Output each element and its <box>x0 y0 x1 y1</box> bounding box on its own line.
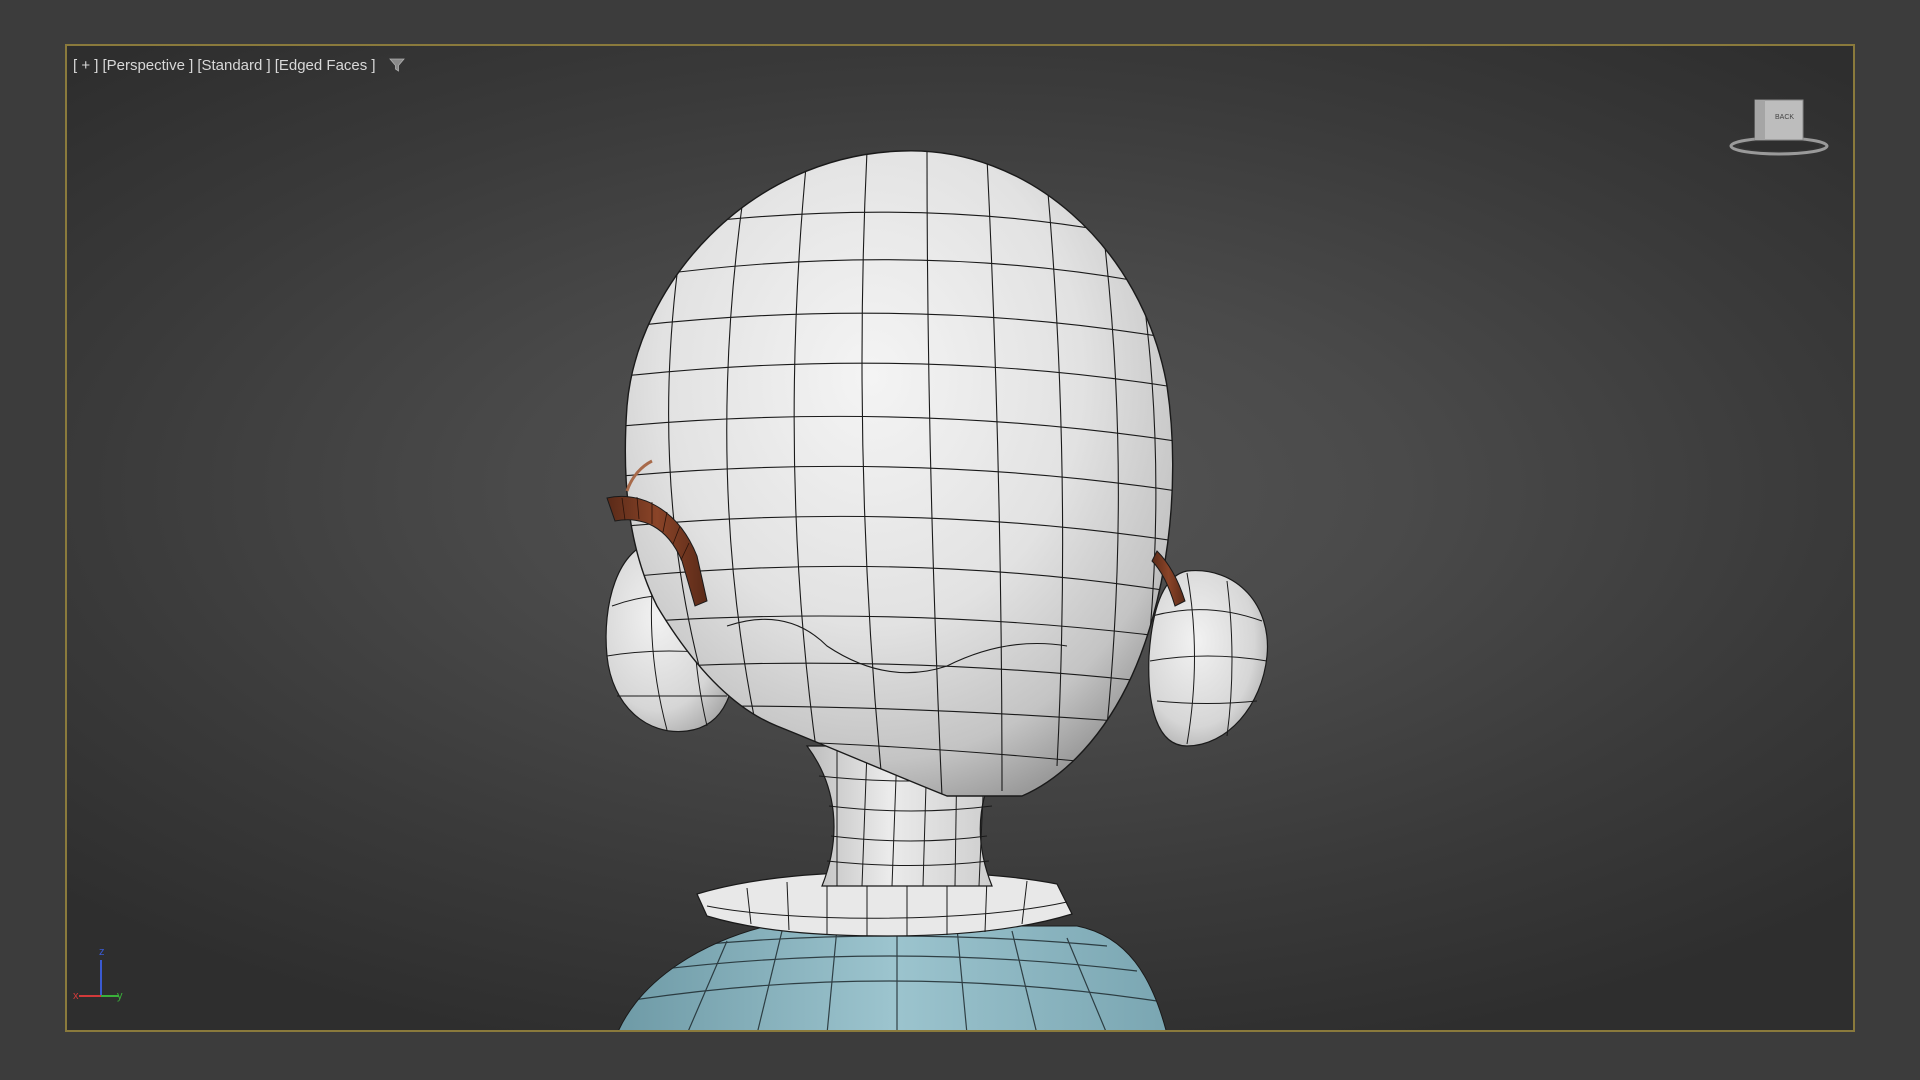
viewport-shading-menu[interactable]: [Standard ] <box>197 57 270 74</box>
axis-y-label: y <box>117 990 123 1002</box>
axis-tripod: z x y <box>73 946 133 1006</box>
viewport-point-of-view-menu[interactable]: [Perspective ] <box>102 57 193 74</box>
viewcube-face-label: BACK <box>1775 114 1795 121</box>
perspective-viewport[interactable]: [ + ] [Perspective ] [Standard ] [Edged … <box>65 44 1855 1032</box>
scene-render <box>605 150 1269 1030</box>
shirt-mesh <box>618 925 1167 1030</box>
axis-z-label: z <box>99 946 105 958</box>
viewport-label-menu: [ + ] [Perspective ] [Standard ] [Edged … <box>73 56 406 74</box>
viewport-general-menu[interactable]: [ + ] <box>73 57 98 74</box>
right-ear-mesh <box>1148 570 1269 747</box>
axis-x-label: x <box>73 990 79 1002</box>
viewcube[interactable]: BACK <box>1727 96 1831 162</box>
viewcube-icon <box>1729 99 1829 156</box>
viewport-display-mode-menu[interactable]: [Edged Faces ] <box>275 57 376 74</box>
app-background: [ + ] [Perspective ] [Standard ] [Edged … <box>0 0 1920 1080</box>
funnel-icon[interactable] <box>388 56 406 74</box>
